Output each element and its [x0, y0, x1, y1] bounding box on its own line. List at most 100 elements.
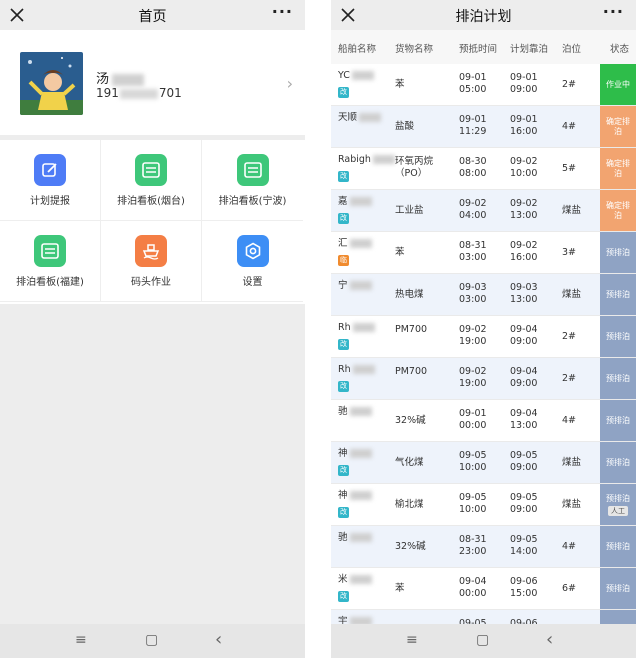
status-badge[interactable]: 预排泊	[600, 526, 636, 567]
planned-berthing-time: 09-03 13:00	[510, 282, 538, 305]
back-icon[interactable]: ‹	[546, 629, 553, 650]
eta-time: 08-30 08:00	[459, 156, 487, 179]
eta-time: 09-04 00:00	[459, 576, 487, 599]
ship-name: 神	[338, 490, 372, 502]
planned-berthing-time: 09-05 09:00	[510, 492, 538, 515]
status-badge[interactable]: 预排泊	[600, 400, 636, 441]
table-row[interactable]: YC 改 苯 09-01 05:00 09-01 09:00 2# 作业中	[331, 64, 636, 106]
ship-name: 汇	[338, 238, 372, 250]
status-badge[interactable]: 预排泊	[600, 274, 636, 315]
status-label: 预排泊	[606, 289, 630, 299]
grid-label: 排泊看板(福建)	[16, 277, 84, 288]
grid-label: 排泊看板(宁波)	[218, 196, 287, 207]
grid-item-plan-report[interactable]: 计划提报	[0, 140, 101, 221]
avatar	[20, 52, 83, 115]
goods-name: 环氧丙烷（PO）	[395, 156, 434, 179]
goods-name: 气化煤	[395, 457, 424, 468]
grid-item-settings[interactable]: 设置	[202, 221, 303, 302]
ship-name: 驰	[338, 406, 372, 418]
board-icon	[34, 235, 66, 267]
berth-number: 煤盐	[562, 205, 582, 216]
ship-tag-badge: 改	[338, 171, 349, 182]
grid-item-board-fujian[interactable]: 排泊看板(福建)	[0, 221, 101, 302]
status-label: 预排泊	[606, 541, 630, 551]
berth-number: 煤盐	[562, 289, 582, 300]
more-menu-icon[interactable]: ···	[272, 2, 293, 21]
table-row[interactable]: 神改 榆北煤 09-05 10:00 09-05 09:00 煤盐 预排泊 人工	[331, 484, 636, 526]
grid-item-terminal-ops[interactable]: 码头作业	[101, 221, 202, 302]
table-row[interactable]: 驰 32%碱 08-31 23:00 09-05 14:00 4# 预排泊	[331, 526, 636, 568]
planned-berthing-time: 09-04 09:00	[510, 324, 538, 347]
profile-card[interactable]: 汤 191 701 ›	[0, 30, 305, 135]
ship-tag-badge: 改	[338, 591, 349, 602]
table-row[interactable]: 米改 苯 09-04 00:00 09-06 15:00 6# 预排泊	[331, 568, 636, 610]
status-badge[interactable]: 确定排泊	[600, 106, 636, 147]
grid-item-board-ningbo[interactable]: 排泊看板(宁波)	[202, 140, 303, 221]
status-badge[interactable]: 确定排泊	[600, 148, 636, 189]
berth-number: 2#	[562, 331, 577, 342]
planned-berthing-time: 09-01 16:00	[510, 114, 538, 137]
status-badge[interactable]: 预排泊	[600, 358, 636, 399]
goods-name: 榆北煤	[395, 499, 424, 510]
more-menu-icon[interactable]: ···	[603, 2, 624, 21]
status-label: 预排泊	[606, 457, 630, 467]
profile-phone: 191 701	[96, 86, 182, 100]
berth-plan-screen: 排泊计划 ··· 船舶名称 货物名称 预抵时间 计划靠泊 泊位 状态 YC 改苯 0…	[331, 0, 636, 658]
eta-time: 09-02 19:00	[459, 366, 487, 389]
planned-berthing-time: 09-05 09:00	[510, 450, 538, 473]
status-label: 预排泊	[606, 583, 630, 593]
eta-time: 09-05 10:00	[459, 450, 487, 473]
grid-label: 设置	[242, 277, 263, 288]
status-badge[interactable]: 预排泊	[600, 442, 636, 483]
top-bar: 排泊计划 ···	[331, 0, 636, 30]
status-label: 确定排泊	[606, 158, 630, 178]
status-badge[interactable]: 作业中	[600, 64, 636, 105]
table-row[interactable]: 嘉改 工业盐 09-02 04:00 09-02 13:00 煤盐 确定排泊	[331, 190, 636, 232]
eta-time: 09-01 05:00	[459, 72, 487, 95]
grid-item-board-yantai[interactable]: 排泊看板(烟台)	[101, 140, 202, 221]
table-row[interactable]: Rabigh 改 环氧丙烷（PO） 08-30 08:00 09-02 10:00 5# 确定排…	[331, 148, 636, 190]
status-badge[interactable]: 确定排泊	[600, 190, 636, 231]
table-row[interactable]: 神改 气化煤 09-05 10:00 09-05 09:00 煤盐 预排泊	[331, 442, 636, 484]
berth-table-body: YC 改苯 09-01 05:00 09-01 09:00 2# 作业中 天顺 盐酸 09-01 11…	[331, 64, 636, 652]
ship-tag-badge: 改	[338, 507, 349, 518]
gear-icon	[236, 235, 269, 267]
manual-badge: 人工	[608, 505, 628, 516]
goods-name: 苯	[395, 247, 405, 258]
table-row[interactable]: Rh 改 PM700 09-02 19:00 09-04 09:00 2# 预排泊	[331, 358, 636, 400]
header-planned-berthing: 计划靠泊	[510, 44, 549, 55]
table-row[interactable]: 驰 32%碱 09-01 00:00 09-04 13:00 4# 预排泊	[331, 400, 636, 442]
top-bar: 首页 ···	[0, 0, 305, 30]
status-label: 预排泊	[606, 493, 630, 503]
eta-time: 08-31 23:00	[459, 534, 487, 557]
goods-name: 32%碱	[395, 541, 426, 552]
eta-time: 09-05 10:00	[459, 492, 487, 515]
ship-tag-badge: 改	[338, 381, 349, 392]
back-icon[interactable]: ‹	[215, 629, 222, 650]
eta-time: 09-03 03:00	[459, 282, 487, 305]
home-icon[interactable]: ▢	[476, 632, 489, 648]
ship-name: Rh	[338, 322, 375, 334]
berth-number: 3#	[562, 247, 577, 258]
table-row[interactable]: 天顺 盐酸 09-01 11:29 09-01 16:00 4# 确定排泊	[331, 106, 636, 148]
table-row[interactable]: 汇临 苯 08-31 03:00 09-02 16:00 3# 预排泊	[331, 232, 636, 274]
status-badge[interactable]: 预排泊	[600, 232, 636, 273]
chevron-right-icon: ›	[286, 74, 293, 93]
status-badge[interactable]: 预排泊	[600, 316, 636, 357]
ship-name: 驰	[338, 532, 372, 544]
ship-name: Rh	[338, 364, 375, 376]
status-label: 预排泊	[606, 415, 630, 425]
table-row[interactable]: 宁热电煤 09-03 03:00 09-03 13:00 煤盐 预排泊	[331, 274, 636, 316]
table-row[interactable]: Rh 改 PM700 09-02 19:00 09-04 09:00 2# 预排泊	[331, 316, 636, 358]
grid-label: 排泊看板(烟台)	[117, 196, 185, 207]
home-icon[interactable]: ▢	[145, 632, 158, 648]
eta-time: 09-02 19:00	[459, 324, 487, 347]
ship-name: 神	[338, 448, 372, 460]
menu-icon[interactable]: ≡	[75, 632, 87, 648]
ship-tag-badge: 改	[338, 465, 349, 476]
status-badge[interactable]: 预排泊	[600, 568, 636, 609]
menu-icon[interactable]: ≡	[406, 632, 418, 648]
function-grid: 计划提报 排泊看板(烟台) 排泊看板(宁波) 排泊看板(福建) 码头作业 设置	[0, 140, 305, 304]
goods-name: 苯	[395, 583, 405, 594]
status-badge[interactable]: 预排泊 人工	[600, 484, 636, 525]
